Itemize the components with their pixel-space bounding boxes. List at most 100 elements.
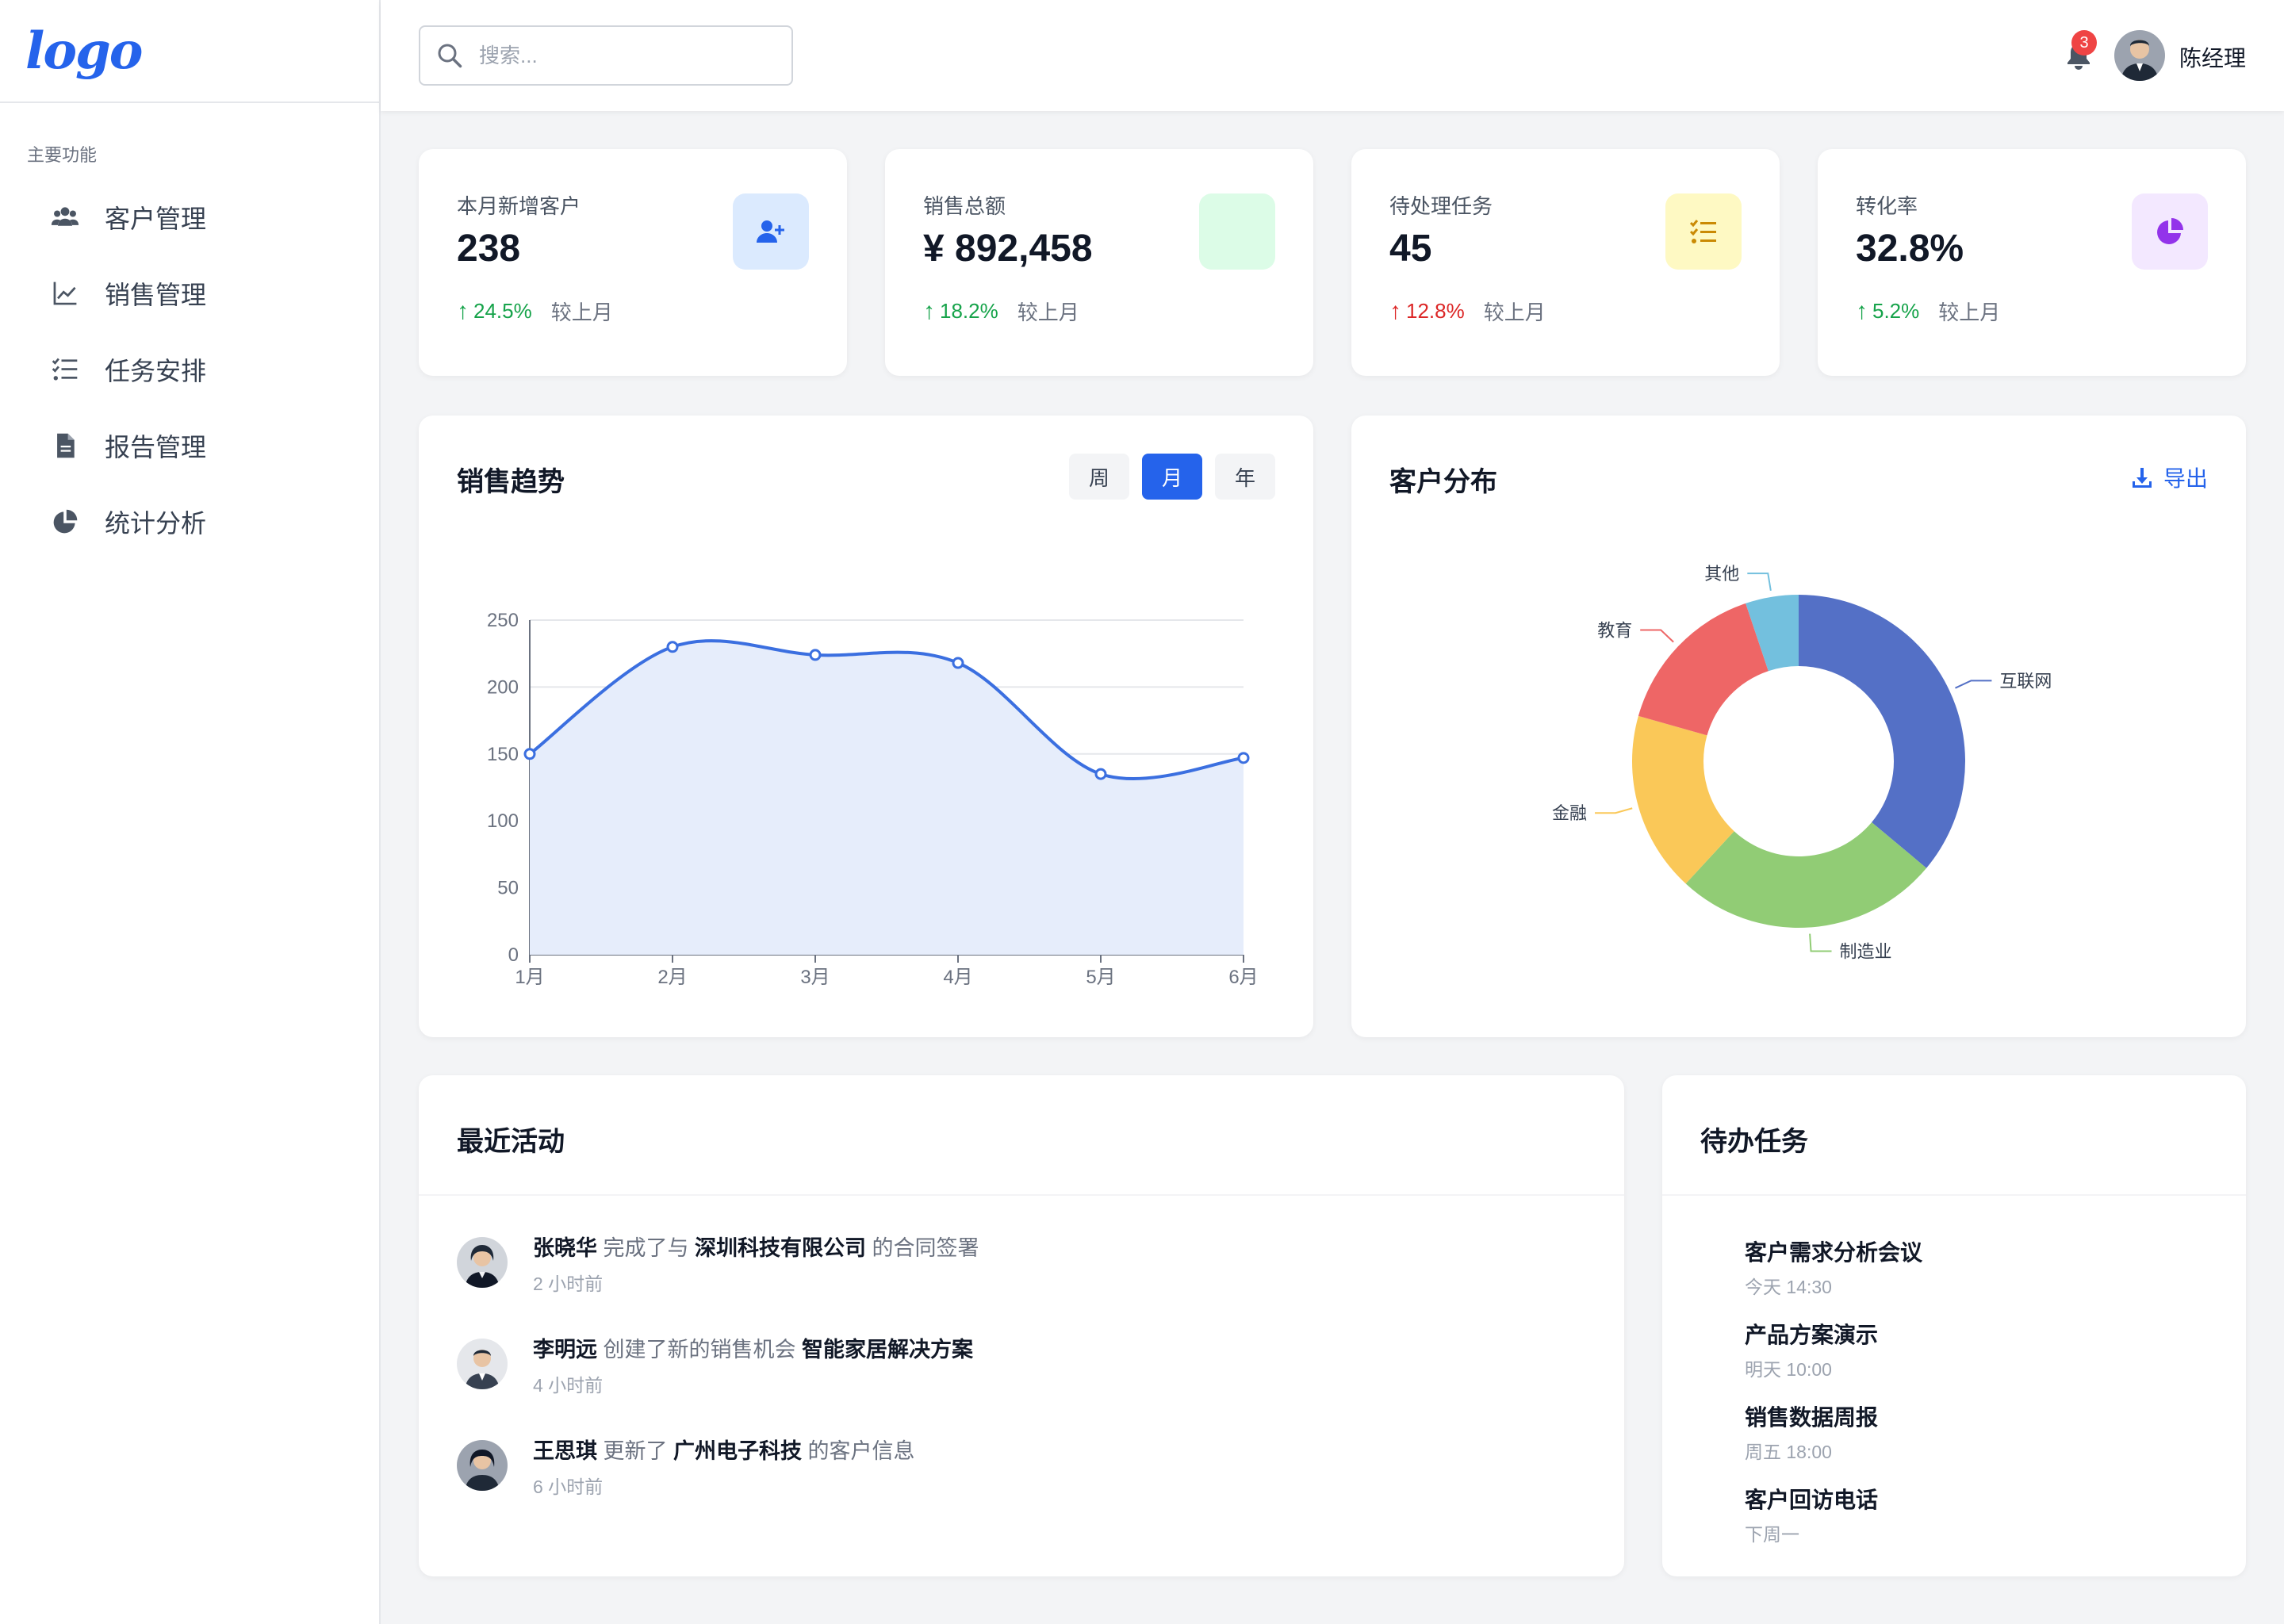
- search-input[interactable]: [479, 43, 780, 68]
- label-leader: [1747, 573, 1772, 592]
- divider: [419, 1194, 1624, 1196]
- data-point[interactable]: [809, 649, 822, 661]
- todo-title: 客户回访电话: [1745, 1488, 1879, 1512]
- y-tick-label: 0: [508, 944, 519, 966]
- stat-compare: 较上月: [1017, 301, 1079, 324]
- nav-section-label: 主要功能: [27, 145, 98, 165]
- pie-slice[interactable]: [1638, 603, 1769, 736]
- todo-item[interactable]: 客户需求分析会议 今天 14:30: [1745, 1235, 1922, 1299]
- search-box[interactable]: [419, 25, 793, 86]
- data-point[interactable]: [1094, 768, 1107, 780]
- todo-item[interactable]: 客户回访电话 下周一: [1745, 1483, 1878, 1546]
- series-area: [530, 641, 1244, 955]
- customer-distribution-card: 客户分布 导出 互联网 制造业 金融 教育 其他: [1351, 416, 2246, 1037]
- avatar[interactable]: [457, 1237, 508, 1288]
- recent-activity-card: 最近活动 张晓华 完成了与 深圳科技有限公司 的合同签署 2 小时前 李明远 创…: [419, 1075, 1624, 1576]
- data-point[interactable]: [523, 748, 536, 760]
- x-tick-label: 2月: [657, 967, 687, 988]
- stat-value: 32.8%: [1856, 228, 1964, 270]
- activity-action: 创建了新的销售机会: [603, 1338, 796, 1362]
- task-list-icon: [49, 354, 81, 385]
- activity-text: 李明远 创建了新的销售机会 智能家居解决方案: [533, 1335, 973, 1364]
- todo-item[interactable]: 销售数据周报 周五 18:00: [1745, 1400, 1878, 1464]
- user-name[interactable]: 陈经理: [2179, 41, 2246, 73]
- activity-time: 4 小时前: [533, 1375, 604, 1396]
- todo-title: 客户需求分析会议: [1745, 1240, 1923, 1265]
- stat-change-value: 24.5%: [473, 299, 532, 323]
- label-leader: [1955, 680, 1992, 689]
- sidebar-item-label: 统计分析: [105, 509, 207, 538]
- arrow-up-icon: ↑: [457, 297, 469, 324]
- data-point[interactable]: [952, 657, 964, 669]
- stat-compare: 较上月: [550, 301, 613, 324]
- sidebar-item-label: 销售管理: [105, 281, 207, 309]
- todo-time: 今天 14:30: [1745, 1277, 1832, 1297]
- activity-target[interactable]: 智能家居解决方案: [802, 1338, 973, 1362]
- pie-slice[interactable]: [1799, 595, 1965, 868]
- stat-label: 待处理任务: [1389, 194, 1493, 218]
- divider: [1662, 1194, 2246, 1196]
- activity-item: 李明远 创建了新的销售机会 智能家居解决方案 4 小时前: [457, 1338, 973, 1397]
- sidebar-item-label: 任务安排: [105, 357, 207, 385]
- activity-user[interactable]: 张晓华: [533, 1236, 597, 1260]
- sidebar-item-reports[interactable]: 报告管理: [0, 408, 379, 484]
- activity-user[interactable]: 王思琪: [533, 1439, 597, 1463]
- stat-card-pending-tasks: 待处理任务 45 ↑ 12.8% 较上月: [1351, 149, 1780, 376]
- sidebar-item-label: 客户管理: [105, 205, 207, 233]
- activity-text: 张晓华 完成了与 深圳科技有限公司 的合同签署: [533, 1234, 979, 1262]
- arrow-up-icon: ↑: [1856, 297, 1868, 324]
- slice-label: 教育: [1597, 620, 1632, 640]
- label-leader: [1809, 933, 1832, 952]
- sidebar-item-customers[interactable]: 客户管理: [0, 179, 379, 255]
- activity-target[interactable]: 深圳科技有限公司: [695, 1236, 866, 1260]
- activity-action: 更新了: [603, 1439, 668, 1463]
- file-icon: [49, 430, 81, 462]
- logo[interactable]: logo: [25, 21, 143, 81]
- x-tick-label: 1月: [515, 967, 544, 988]
- activity-suffix: 的合同签署: [872, 1236, 979, 1260]
- todo-time: 下周一: [1745, 1524, 1799, 1545]
- stat-change-value: 18.2%: [940, 299, 998, 323]
- stat-card-new-customers: 本月新增客户 238 ↑ 24.5% 较上月: [419, 149, 847, 376]
- avatar[interactable]: [457, 1440, 508, 1491]
- stat-compare: 较上月: [1483, 301, 1546, 324]
- card-title: 待办任务: [1700, 1127, 1808, 1157]
- activity-suffix: 的客户信息: [807, 1439, 915, 1463]
- pie-chart-icon: [2132, 193, 2208, 270]
- stat-card-conversion-rate: 转化率 32.8% ↑ 5.2% 较上月: [1818, 149, 2246, 376]
- stat-change: ↑ 5.2% 较上月: [1856, 297, 2000, 326]
- y-tick-label: 250: [487, 610, 519, 631]
- sales-trend-chart: 0 50 100 150 200 250 1月 2月 3月 4月 5月 6月: [487, 610, 1259, 988]
- sidebar-item-tasks[interactable]: 任务安排: [0, 331, 379, 408]
- task-list-icon: [1665, 193, 1742, 270]
- todo-item[interactable]: 产品方案演示 明天 10:00: [1745, 1318, 1878, 1381]
- stat-value: 45: [1389, 228, 1432, 270]
- card-title: 最近活动: [457, 1127, 565, 1157]
- activity-user[interactable]: 李明远: [533, 1338, 597, 1362]
- line-chart-icon: [49, 278, 81, 309]
- avatar[interactable]: [457, 1339, 508, 1389]
- sales-trend-card: 销售趋势 周 月 年 0 50 100 150 200 250 1月 2月 3月 4月 5月 6月: [419, 416, 1313, 1037]
- stat-change-value: 12.8%: [1406, 299, 1465, 323]
- stat-change: ↑ 24.5% 较上月: [457, 297, 613, 326]
- sales-icon: [1199, 193, 1275, 270]
- y-tick-label: 100: [487, 810, 519, 832]
- data-point[interactable]: [1237, 752, 1250, 764]
- y-tick-label: 150: [487, 744, 519, 765]
- stat-label: 销售总额: [923, 194, 1006, 218]
- stat-value: 238: [457, 228, 521, 270]
- activity-target[interactable]: 广州电子科技: [673, 1439, 802, 1463]
- label-leader: [1595, 807, 1633, 814]
- stat-change: ↑ 12.8% 较上月: [1389, 297, 1546, 326]
- x-tick-label: 6月: [1228, 967, 1258, 988]
- slice-label: 金融: [1552, 803, 1587, 823]
- user-avatar[interactable]: [2114, 30, 2165, 81]
- users-icon: [49, 201, 81, 233]
- data-point[interactable]: [666, 641, 679, 653]
- sidebar-item-sales[interactable]: 销售管理: [0, 255, 379, 331]
- label-leader: [1640, 629, 1674, 643]
- todo-time: 明天 10:00: [1745, 1359, 1832, 1380]
- activity-item: 王思琪 更新了 广州电子科技 的客户信息 6 小时前: [457, 1439, 915, 1499]
- sidebar-item-analytics[interactable]: 统计分析: [0, 484, 379, 560]
- activity-action: 完成了与: [603, 1236, 689, 1260]
